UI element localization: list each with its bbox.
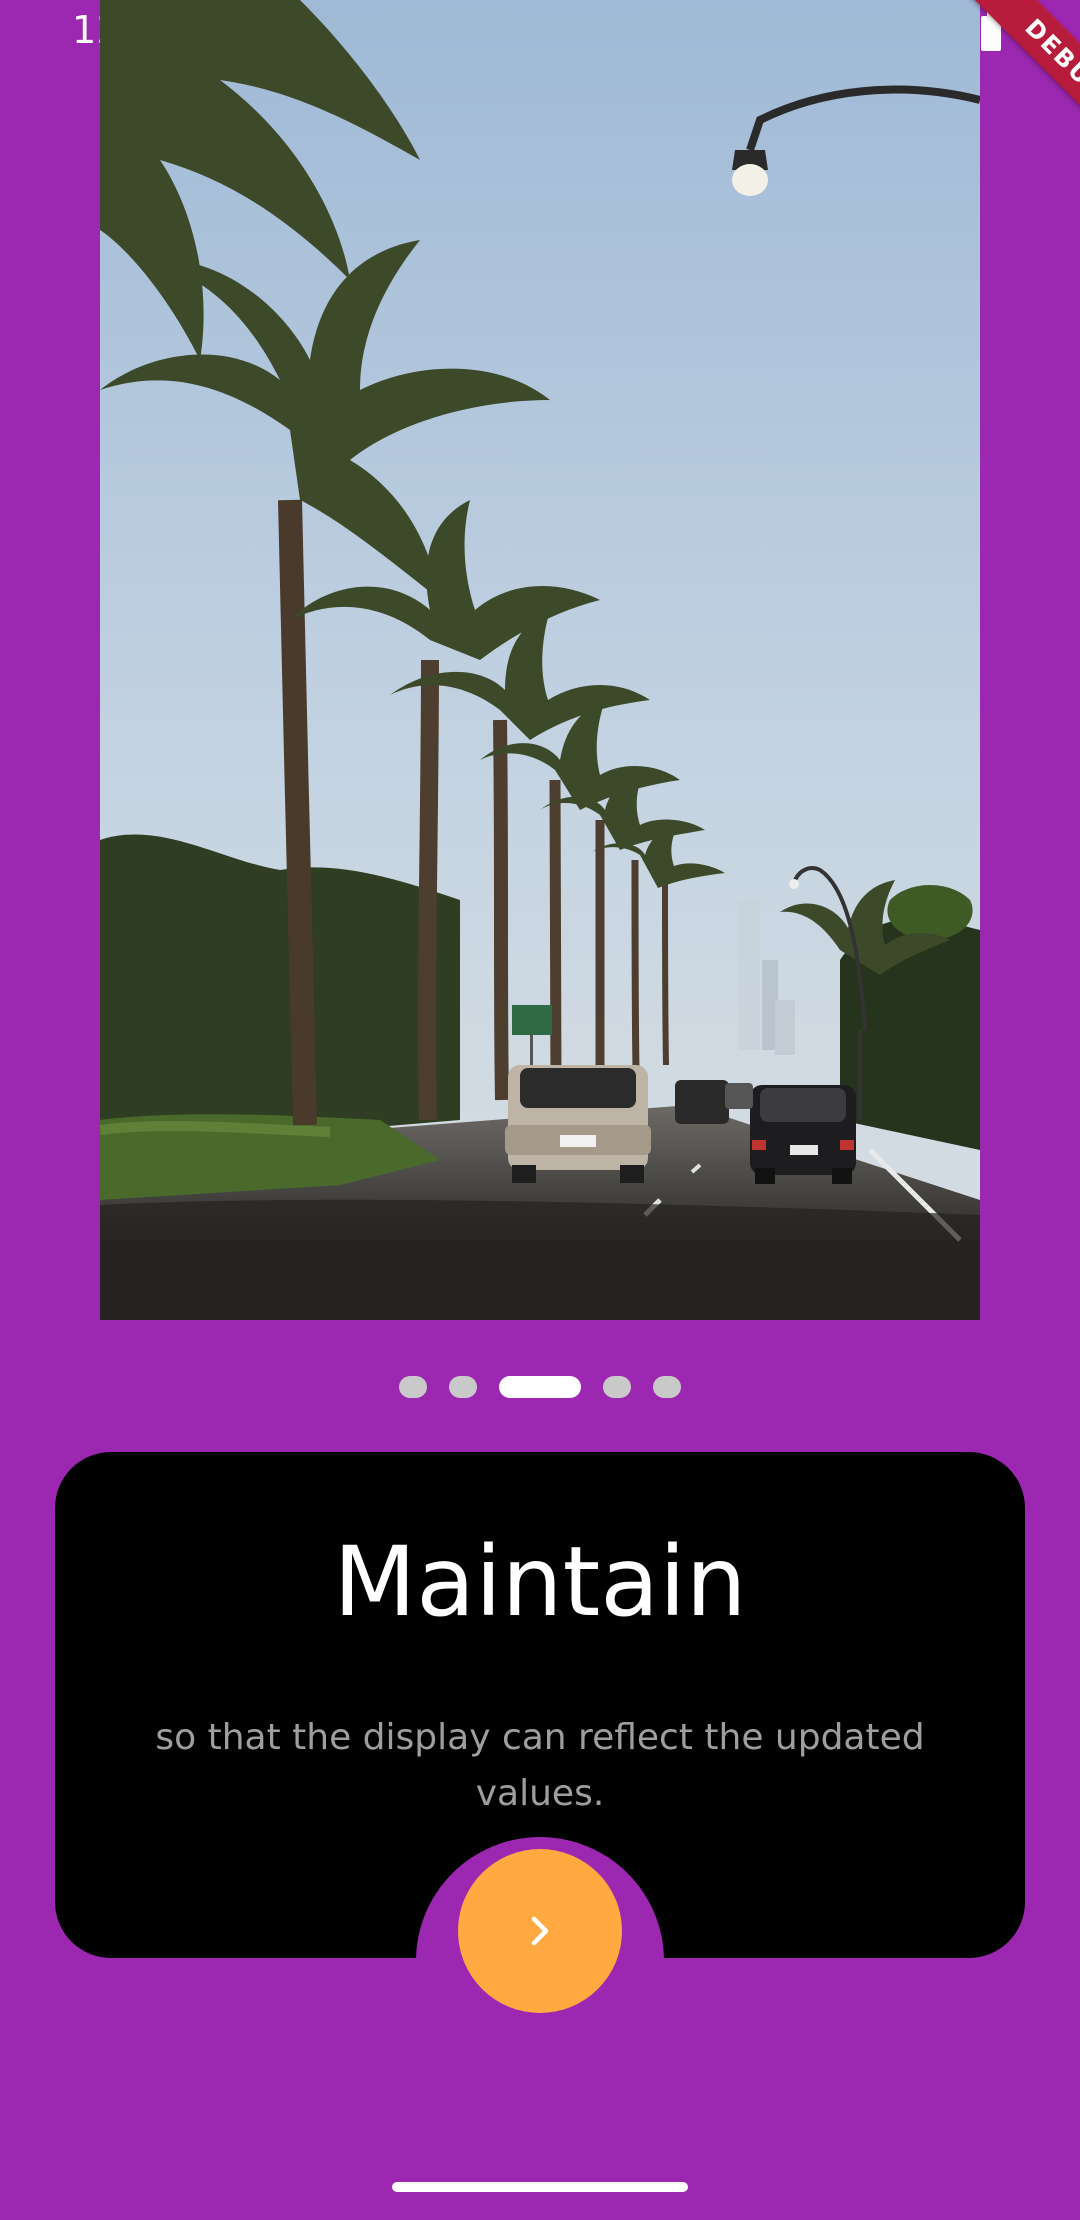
gesture-navigation-bar[interactable] bbox=[392, 2182, 688, 2192]
next-button[interactable] bbox=[458, 1849, 622, 2013]
slide-title: Maintain bbox=[333, 1526, 747, 1638]
hero-photo bbox=[100, 0, 980, 1320]
palm-street-illustration bbox=[100, 0, 980, 1320]
battery-icon bbox=[980, 12, 1002, 52]
slide-description: so that the display can reflect the upda… bbox=[155, 1717, 925, 1814]
chevron-right-icon bbox=[531, 1916, 549, 1946]
page-dot-2[interactable] bbox=[449, 1376, 477, 1398]
page-indicator bbox=[0, 1376, 1080, 1398]
page-dot-3-active[interactable] bbox=[499, 1376, 581, 1398]
page-dot-1[interactable] bbox=[399, 1376, 427, 1398]
page-dot-4[interactable] bbox=[603, 1376, 631, 1398]
page-dot-5[interactable] bbox=[653, 1376, 681, 1398]
